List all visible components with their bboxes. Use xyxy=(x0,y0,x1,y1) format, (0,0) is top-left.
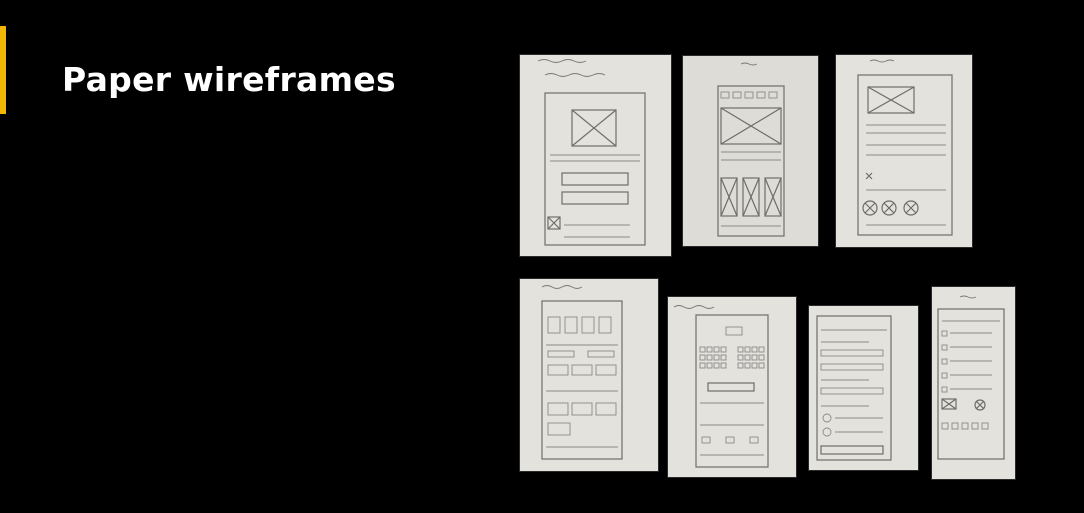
wireframe-photo-seats xyxy=(668,297,796,477)
wireframe-photo-form xyxy=(809,306,918,470)
accent-bar xyxy=(0,26,6,114)
wireframe-photo-detail xyxy=(836,55,972,247)
wireframe-photo-list xyxy=(932,287,1015,479)
wireframe-photo-login xyxy=(520,55,671,256)
slide-title: Paper wireframes xyxy=(62,60,396,99)
wireframe-photo-home xyxy=(683,56,818,246)
wireframe-photo-theatre xyxy=(520,279,658,471)
